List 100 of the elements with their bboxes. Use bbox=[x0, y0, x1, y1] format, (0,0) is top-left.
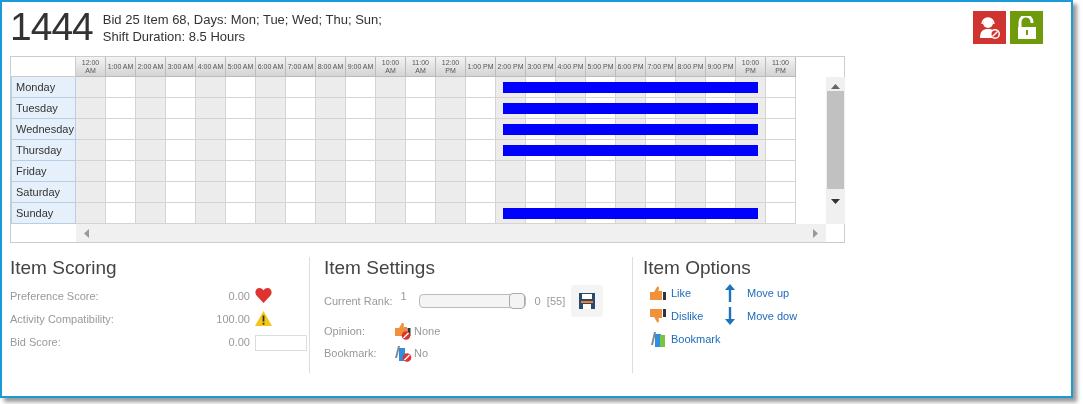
item-description: Bid 25 Item 68, Days: Mon; Tue; Wed; Thu; Sun; bbox=[102, 11, 382, 28]
schedule-cell bbox=[226, 182, 256, 203]
schedule-cell bbox=[436, 140, 466, 161]
item-number: 1444 bbox=[10, 8, 93, 46]
schedule-cell bbox=[436, 161, 466, 182]
schedule-cell bbox=[166, 140, 196, 161]
schedule-cell bbox=[406, 119, 436, 140]
schedule-cell bbox=[436, 119, 466, 140]
thumbs-up-icon bbox=[649, 286, 667, 300]
schedule-cell bbox=[226, 77, 256, 98]
schedule-cell bbox=[286, 161, 316, 182]
schedule-cell bbox=[406, 182, 436, 203]
schedule-cell bbox=[106, 161, 136, 182]
schedule-cell bbox=[346, 140, 376, 161]
schedule-cell bbox=[466, 161, 496, 182]
schedule-cell bbox=[556, 161, 586, 182]
score-label: Activity Compatibility: bbox=[10, 312, 115, 325]
agent-blocked-button[interactable] bbox=[973, 11, 1006, 44]
arrow-up-icon bbox=[725, 284, 735, 302]
schedule-cell bbox=[496, 161, 526, 182]
schedule-cell bbox=[586, 182, 616, 203]
schedule-cell bbox=[136, 140, 166, 161]
schedule-cell bbox=[556, 182, 586, 203]
warning-icon bbox=[255, 311, 272, 326]
schedule-cell bbox=[256, 119, 286, 140]
schedule-cell bbox=[766, 77, 796, 98]
schedule-cell bbox=[676, 161, 706, 182]
section-title: Item Options bbox=[643, 257, 752, 279]
no-bookmark-icon bbox=[394, 344, 413, 362]
schedule-cell bbox=[136, 77, 166, 98]
day-label: Friday bbox=[11, 161, 76, 182]
scroll-up-icon[interactable] bbox=[831, 84, 840, 89]
schedule-cell bbox=[166, 161, 196, 182]
schedule-cell bbox=[106, 182, 136, 203]
like-link[interactable]: Like bbox=[649, 284, 725, 302]
schedule-cell bbox=[196, 182, 226, 203]
bid-score-field[interactable] bbox=[255, 334, 307, 351]
day-label: Thursday bbox=[11, 140, 76, 161]
score-value: 0.00 bbox=[227, 289, 251, 302]
scrollbar-thumb[interactable] bbox=[827, 91, 844, 189]
schedule-cell bbox=[136, 98, 166, 119]
schedule-cell bbox=[406, 203, 436, 224]
schedule-cell bbox=[166, 98, 196, 119]
rank-slider[interactable] bbox=[418, 294, 526, 308]
slider-thumb[interactable] bbox=[508, 293, 525, 309]
schedule-cell bbox=[406, 98, 436, 119]
day-label: Monday bbox=[11, 77, 76, 98]
day-label: Tuesday bbox=[11, 98, 76, 119]
schedule-cell bbox=[226, 98, 256, 119]
schedule-cell bbox=[346, 161, 376, 182]
schedule-cell bbox=[736, 182, 766, 203]
schedule-cell bbox=[346, 182, 376, 203]
schedule-cell bbox=[316, 182, 346, 203]
down-link[interactable]: Move dow bbox=[725, 307, 805, 325]
score-label: Bid Score: bbox=[10, 335, 62, 348]
schedule-cell bbox=[706, 161, 736, 182]
schedule-cell bbox=[106, 98, 136, 119]
schedule-cell bbox=[226, 119, 256, 140]
schedule-cell bbox=[196, 77, 226, 98]
schedule-cell bbox=[436, 182, 466, 203]
schedule-cell bbox=[406, 77, 436, 98]
day-label: Saturday bbox=[11, 182, 76, 203]
schedule-cell bbox=[166, 77, 196, 98]
schedule-cell bbox=[616, 161, 646, 182]
thumbs-down-icon bbox=[649, 309, 667, 323]
schedule-cell bbox=[226, 203, 256, 224]
schedule-cell bbox=[766, 161, 796, 182]
schedule-cell bbox=[736, 161, 766, 182]
schedule-cell bbox=[466, 140, 496, 161]
schedule-cell bbox=[136, 182, 166, 203]
schedule-cell bbox=[106, 203, 136, 224]
schedule-cell bbox=[106, 77, 136, 98]
schedule-cell bbox=[286, 182, 316, 203]
schedule-cell bbox=[136, 161, 166, 182]
schedule-cell bbox=[466, 119, 496, 140]
schedule-cell bbox=[766, 140, 796, 161]
scroll-down-icon[interactable] bbox=[831, 199, 840, 204]
setting-value: No bbox=[414, 347, 429, 359]
bookmark-link[interactable]: Bookmark bbox=[649, 330, 725, 348]
schedule-cell bbox=[196, 98, 226, 119]
schedule-cell bbox=[646, 182, 676, 203]
schedule-cell bbox=[466, 77, 496, 98]
item-description: Shift Duration: 8.5 Hours bbox=[102, 28, 247, 45]
schedule-cell bbox=[676, 182, 706, 203]
schedule-cell bbox=[646, 161, 676, 182]
schedule-cell bbox=[286, 77, 316, 98]
save-button[interactable] bbox=[571, 285, 604, 317]
scroll-right-icon[interactable] bbox=[813, 228, 818, 238]
dislike-link[interactable]: Dislike bbox=[649, 307, 725, 325]
schedule-cell bbox=[526, 182, 556, 203]
score-label: Preference Score: bbox=[10, 289, 100, 302]
schedule-cell bbox=[256, 98, 286, 119]
up-link[interactable]: Move up bbox=[725, 284, 805, 302]
score-value: 0.00 bbox=[227, 335, 251, 348]
rank-value: 0 [55] bbox=[534, 295, 566, 307]
section-title: Item Settings bbox=[324, 257, 436, 279]
unlock-button[interactable] bbox=[1010, 11, 1043, 44]
schedule-cell bbox=[136, 119, 166, 140]
rank-minimum: 1 bbox=[400, 290, 407, 302]
scroll-left-icon[interactable] bbox=[84, 228, 89, 238]
